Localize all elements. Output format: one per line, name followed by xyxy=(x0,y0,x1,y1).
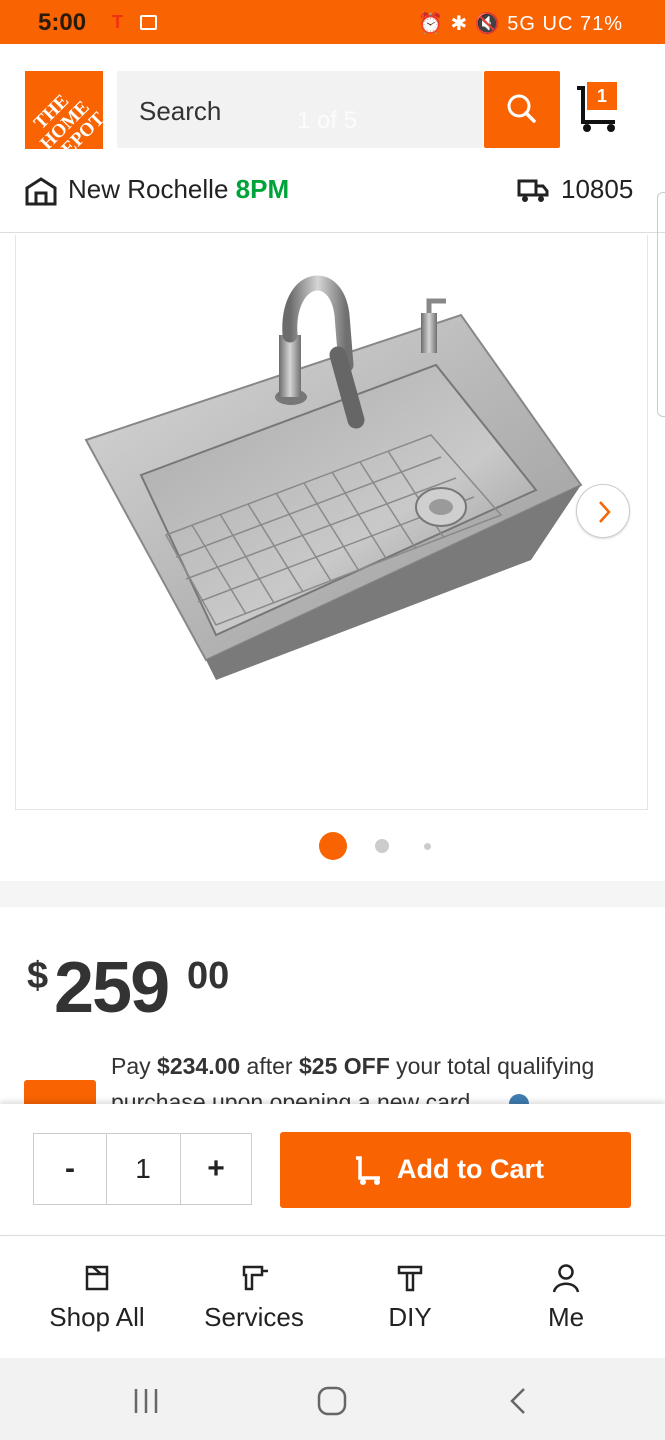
bluetooth-icon: ✱ xyxy=(450,13,469,35)
nav-label: Me xyxy=(547,1302,585,1332)
quantity-decrease-button[interactable]: - xyxy=(34,1134,107,1204)
nav-diy[interactable]: DIY xyxy=(330,1236,490,1359)
quantity-stepper: - 1 + xyxy=(33,1133,252,1205)
chevron-right-icon xyxy=(599,501,611,523)
product-image xyxy=(84,275,583,680)
search-button[interactable] xyxy=(484,71,560,148)
gallery-counter: 1 of 5 xyxy=(297,107,358,134)
store-name: New Rochelle xyxy=(68,174,229,204)
system-navigation-bar xyxy=(0,1358,665,1440)
nav-shop-all[interactable]: Shop All xyxy=(17,1236,177,1359)
nav-label: DIY xyxy=(388,1302,432,1332)
cart-icon xyxy=(356,1156,380,1185)
nav-services[interactable]: Services xyxy=(174,1236,334,1359)
gallery-next-button[interactable] xyxy=(576,484,630,538)
home-depot-logo[interactable]: THE HOME DEPOT xyxy=(25,71,103,149)
nav-label: Services xyxy=(204,1302,304,1332)
alarm-icon: ⏰ xyxy=(418,13,444,35)
status-bar: 5:00 T ⏰ ✱ 🔇 5G UC 71% xyxy=(0,0,665,44)
store-hours: 8PM xyxy=(235,174,290,204)
side-panel-handle[interactable] xyxy=(657,192,665,417)
store-icon xyxy=(25,177,57,206)
network-label: 5G UC xyxy=(507,13,574,35)
nav-label: Shop All xyxy=(49,1302,145,1332)
logo-text: THE HOME DEPOT xyxy=(29,90,103,149)
add-to-cart-label: Add to Cart xyxy=(397,1154,544,1184)
truck-icon xyxy=(517,179,549,202)
gallery-dot-active[interactable] xyxy=(319,832,347,860)
add-to-cart-button[interactable]: Add to Cart xyxy=(280,1132,631,1208)
quantity-input[interactable]: 1 xyxy=(106,1134,181,1204)
header-divider xyxy=(0,232,665,233)
recent-apps-icon[interactable] xyxy=(131,1386,161,1416)
drill-icon xyxy=(242,1265,268,1291)
mute-icon: 🔇 xyxy=(474,13,501,35)
price-cents: 00 xyxy=(187,955,230,997)
product-image-gallery[interactable] xyxy=(15,235,648,810)
search-input[interactable]: Search 1 of 5 xyxy=(117,71,483,148)
price-currency: $ xyxy=(27,955,49,997)
hammer-icon xyxy=(397,1265,423,1292)
battery-label: 71% xyxy=(579,13,623,35)
zip-code: 10805 xyxy=(561,174,634,204)
home-icon[interactable] xyxy=(316,1385,348,1417)
cart-button[interactable]: 1 xyxy=(575,82,645,134)
section-divider xyxy=(0,881,665,907)
shop-all-icon xyxy=(85,1265,109,1291)
gallery-dot[interactable] xyxy=(424,843,431,850)
image-notification-icon xyxy=(140,15,157,30)
clock: 5:00 xyxy=(38,9,87,36)
price-dollars: 259 xyxy=(54,948,170,1028)
network-indicator: ⏰ ✱ 🔇 5G UC 71% xyxy=(418,11,623,36)
carrier-icon: T xyxy=(112,12,123,32)
bottom-navigation: Shop All Services DIY Me xyxy=(0,1235,665,1359)
back-icon[interactable] xyxy=(504,1386,534,1416)
promo-discount: $25 OFF xyxy=(298,1053,390,1079)
promo-price: $234.00 xyxy=(157,1053,241,1079)
search-placeholder: Search xyxy=(139,96,222,126)
person-icon xyxy=(552,1264,580,1293)
search-icon xyxy=(507,94,536,123)
quantity-increase-button[interactable]: + xyxy=(180,1134,252,1204)
cart-count-badge: 1 xyxy=(587,82,617,110)
gallery-dot[interactable] xyxy=(375,839,389,853)
nav-me[interactable]: Me xyxy=(486,1236,646,1359)
